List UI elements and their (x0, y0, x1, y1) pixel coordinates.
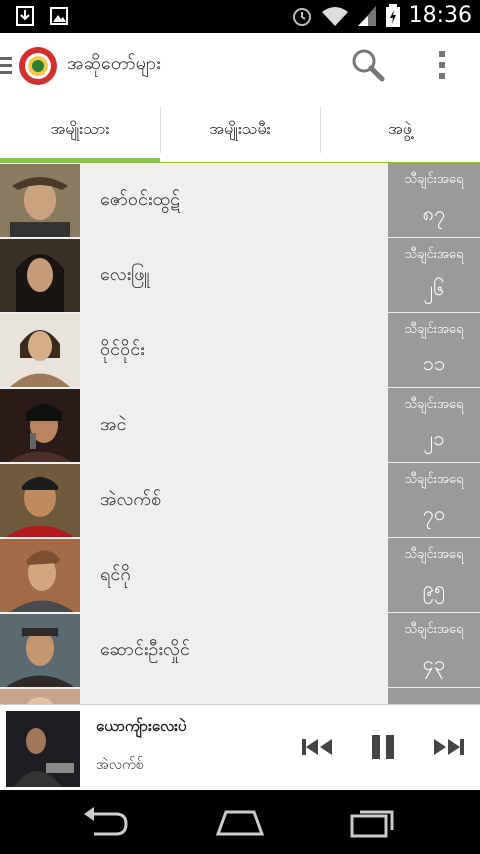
song-count-value: ၇၀ (422, 501, 446, 525)
artist-avatar (0, 539, 80, 612)
song-count-badge: သီချင်းအရေ ၄၃ (388, 613, 480, 687)
song-count-value: ၂၆ (423, 276, 445, 300)
artist-name: ဆောင်းဦးလှိုင် (100, 639, 190, 660)
action-bar: အဆိုတော်များ (0, 33, 480, 97)
tab-male[interactable]: အမျိုးသား (0, 97, 160, 163)
song-count-badge: သီချင်းအရေ ၂၁ (388, 388, 480, 462)
artist-row[interactable]: လေးဖြူ သီချင်းအရေ ၂၆ (0, 238, 480, 313)
artist-row[interactable]: ဇော်ဝင်းထွဋ် သီချင်းအရေ ၈၇ (0, 163, 480, 238)
wifi-icon (321, 6, 348, 26)
home-icon[interactable] (212, 804, 268, 840)
now-playing-title: ယောကျ်ားလေးပဲ (96, 717, 187, 735)
artist-row[interactable]: ဝိုင်ဝိုင်း သီချင်းအရေ ၁၁ (0, 313, 480, 388)
drawer-indicator-icon[interactable] (0, 55, 12, 75)
song-count-value: ၄၃ (422, 651, 446, 675)
search-icon[interactable] (350, 47, 386, 83)
signal-icon (357, 5, 376, 26)
overflow-menu-icon[interactable] (430, 47, 454, 83)
alarm-icon (292, 7, 311, 26)
artist-row[interactable]: ရင်ဂို သီချင်းအရေ ၉၅ (0, 538, 480, 613)
battery-charging-icon (385, 3, 400, 27)
artist-row[interactable] (0, 688, 480, 704)
artist-row[interactable]: အငဲ သီချင်းအရေ ၂၁ (0, 388, 480, 463)
artist-avatar (0, 464, 80, 537)
tab-group[interactable]: အဖွဲ့ (320, 97, 480, 163)
song-count-label: သီချင်းအရေ (404, 622, 464, 637)
artist-list[interactable]: ဇော်ဝင်းထွဋ် သီချင်းအရေ ၈၇ လေးဖြူ သီချင်… (0, 163, 480, 704)
song-count-value: ၂၁ (423, 426, 445, 450)
song-count-label: သီချင်းအရေ (404, 322, 464, 337)
next-icon[interactable] (432, 731, 466, 763)
song-count-badge: သီချင်းအရေ ၉၅ (388, 538, 480, 612)
song-count-value: ၉၅ (422, 576, 446, 600)
download-icon (16, 6, 34, 26)
album-art[interactable] (6, 711, 80, 787)
song-count-label: သီချင်းအရေ (404, 172, 464, 187)
now-playing-bar[interactable]: ယောကျ်ားလေးပဲ အဲလက်စ် (0, 704, 480, 790)
artist-row[interactable]: အဲလက်စ် သီချင်းအရေ ၇၀ (0, 463, 480, 538)
artist-avatar (0, 389, 80, 462)
song-count-value: ၈၇ (422, 201, 446, 225)
pause-icon[interactable] (368, 731, 398, 763)
image-icon (50, 7, 68, 25)
song-count-label: သီချင်းအရေ (404, 547, 464, 562)
recents-icon[interactable] (348, 804, 398, 840)
artist-avatar (0, 614, 80, 687)
artist-name: ရင်ဂို (100, 564, 131, 585)
artist-avatar (0, 689, 80, 704)
song-count-badge: သီချင်းအရေ ၂၆ (388, 238, 480, 312)
artist-avatar (0, 239, 80, 312)
artist-name: ဇော်ဝင်းထွဋ် (100, 189, 180, 210)
artist-row[interactable]: ဆောင်းဦးလှိုင် သီချင်းအရေ ၄၃ (0, 613, 480, 688)
song-count-label: သီချင်းအရေ (404, 397, 464, 412)
now-playing-artist: အဲလက်စ် (96, 757, 144, 773)
song-count-badge (388, 688, 480, 704)
artist-name: အဲလက်စ် (100, 489, 162, 510)
system-nav-bar (0, 790, 480, 854)
back-icon[interactable] (80, 804, 132, 840)
previous-icon[interactable] (300, 731, 334, 763)
tab-bar: အမျိုးသား အမျိုးသမီး အဖွဲ့ (0, 97, 480, 163)
song-count-badge: သီချင်းအရေ ၁၁ (388, 313, 480, 387)
artist-name: အငဲ (100, 414, 127, 435)
song-count-badge: သီချင်းအရေ ၇၀ (388, 463, 480, 537)
app-logo[interactable] (18, 46, 58, 86)
clock-time: 18:36 (408, 3, 472, 28)
status-bar: 18:36 (0, 0, 480, 33)
song-count-label: သီချင်းအရေ (404, 472, 464, 487)
song-count-value: ၁၁ (422, 351, 446, 375)
song-count-badge: သီချင်းအရေ ၈၇ (388, 163, 480, 237)
tab-female[interactable]: အမျိုးသမီး (160, 97, 320, 163)
artist-avatar (0, 164, 80, 237)
song-count-label: သီချင်းအရေ (404, 247, 464, 262)
app-title: အဆိုတော်များ (67, 53, 161, 74)
artist-avatar (0, 314, 80, 387)
artist-name: ဝိုင်ဝိုင်း (100, 339, 145, 360)
artist-name: လေးဖြူ (100, 264, 150, 285)
